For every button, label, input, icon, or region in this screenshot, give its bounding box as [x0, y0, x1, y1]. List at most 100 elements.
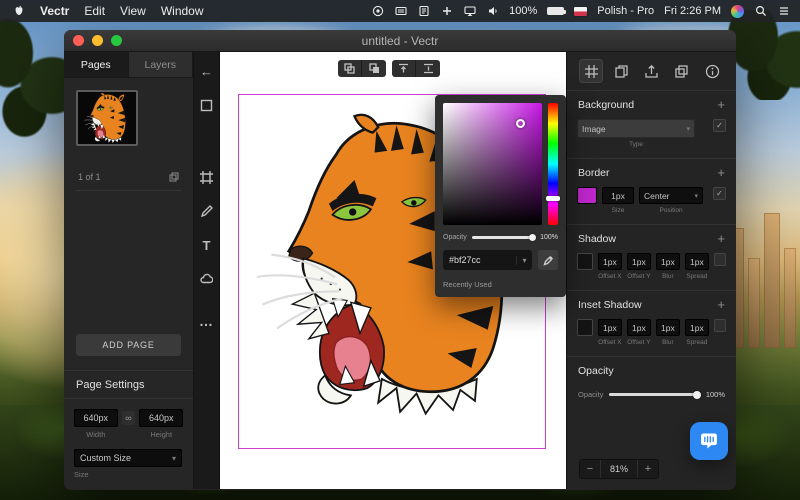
background-type-label: Type	[628, 141, 644, 148]
minimize-button[interactable]	[92, 35, 103, 46]
menu-edit[interactable]: Edit	[84, 4, 105, 18]
export-icon[interactable]	[640, 59, 664, 83]
opacity-slider[interactable]	[609, 390, 701, 399]
boolean-subtract-button[interactable]	[362, 60, 386, 77]
more-tools-button[interactable]: …	[196, 310, 218, 332]
artboard-settings-icon[interactable]	[579, 59, 603, 83]
battery-icon[interactable]	[547, 7, 567, 15]
window-title: untitled - Vectr	[361, 33, 439, 48]
add-background-button[interactable]: +	[717, 98, 725, 111]
chevron-down-icon[interactable]: ▾	[516, 255, 532, 265]
border-enabled-checkbox[interactable]: ✓	[713, 187, 726, 200]
picker-opacity-slider[interactable]	[471, 234, 537, 241]
artboard-tool[interactable]	[196, 166, 218, 188]
inset-shadow-offset-y-input[interactable]: 1px	[626, 319, 651, 336]
zoom-button[interactable]	[111, 35, 122, 46]
height-input[interactable]: 640px	[139, 409, 184, 427]
close-button[interactable]	[73, 35, 84, 46]
border-position-dropdown[interactable]: Center ▾	[639, 187, 703, 204]
city-buildings	[728, 198, 800, 348]
page-thumbnail[interactable]	[76, 90, 138, 146]
border-position-label: Position	[659, 207, 683, 214]
page-count-label: 1 of 1	[78, 172, 101, 182]
height-label: Height	[150, 430, 173, 439]
inset-shadow-offset-x-input[interactable]: 1px	[597, 319, 622, 336]
menu-clock[interactable]: Fri 2:26 PM	[664, 5, 721, 17]
inset-shadow-color-swatch[interactable]	[577, 319, 593, 336]
shadow-offset-y-label: Offset Y	[627, 273, 651, 280]
tab-pages[interactable]: Pages	[64, 52, 129, 77]
rectangle-tool[interactable]	[196, 94, 218, 116]
input-language-label[interactable]: Polish - Pro	[597, 5, 654, 17]
apple-menu-icon[interactable]	[12, 5, 25, 18]
border-color-swatch[interactable]	[577, 187, 597, 204]
background-type-dropdown[interactable]: Image ▾	[577, 119, 695, 138]
zoom-level[interactable]: 81%	[600, 460, 638, 478]
eyedropper-button[interactable]	[538, 250, 558, 270]
border-size-input[interactable]: 1px	[602, 187, 634, 204]
shadow-enabled-checkbox[interactable]	[713, 253, 726, 266]
add-inset-shadow-button[interactable]: +	[717, 298, 725, 311]
siri-icon[interactable]	[731, 4, 744, 18]
volume-icon[interactable]	[486, 5, 499, 18]
add-page-button[interactable]: ADD PAGE	[76, 334, 181, 356]
duplicate-page-icon[interactable]	[169, 172, 179, 182]
text-tool[interactable]: T	[196, 234, 218, 256]
keyboard-icon[interactable]	[394, 5, 407, 18]
link-dimensions-toggle[interactable]: ∞	[121, 411, 136, 425]
menu-window[interactable]: Window	[161, 4, 204, 18]
back-arrow-button[interactable]: ←	[196, 60, 218, 82]
saturation-value-field[interactable]	[443, 103, 542, 225]
menu-bar: Vectr Edit View Window 100% Polish - Pro…	[0, 0, 800, 22]
shadow-spread-input[interactable]: 1px	[684, 253, 709, 270]
spotlight-icon[interactable]	[754, 5, 767, 18]
zoom-out-button[interactable]: −	[580, 460, 600, 478]
hex-color-input[interactable]: #bf27cc ▾	[443, 250, 532, 270]
picker-opacity-knob[interactable]	[529, 234, 537, 241]
zoom-in-button[interactable]: +	[638, 460, 658, 478]
info-icon[interactable]	[700, 59, 724, 83]
airplay-display-icon[interactable]	[463, 5, 476, 18]
recently-used-label: Recently Used	[443, 280, 492, 289]
background-enabled-checkbox[interactable]: ✓	[713, 119, 726, 132]
align-top-button[interactable]	[392, 60, 416, 77]
canvas-area[interactable]: Opacity 100% #bf27cc ▾ Recently Used	[220, 52, 566, 489]
shadow-offset-x-input[interactable]: 1px	[597, 253, 622, 270]
distribute-button[interactable]	[416, 60, 440, 77]
shadow-blur-label: Blur	[662, 273, 674, 280]
tab-layers[interactable]: Layers	[129, 52, 193, 77]
opacity-slider-knob[interactable]	[692, 390, 701, 399]
notification-center-icon[interactable]	[777, 5, 790, 18]
shadow-color-swatch[interactable]	[577, 253, 593, 270]
notes-icon[interactable]	[417, 5, 430, 18]
menu-app-name[interactable]: Vectr	[40, 4, 69, 18]
hue-slider[interactable]	[546, 103, 560, 225]
shadow-blur-input[interactable]: 1px	[655, 253, 680, 270]
add-shadow-button[interactable]: +	[717, 232, 725, 245]
shape-tool[interactable]	[196, 268, 218, 290]
pencil-tool[interactable]	[196, 200, 218, 222]
inset-shadow-spread-label: Spread	[686, 339, 708, 346]
size-preset-dropdown[interactable]: Custom Size ▾	[74, 449, 182, 467]
background-title: Background	[578, 99, 635, 111]
chat-support-button[interactable]	[690, 422, 728, 460]
width-input[interactable]: 640px	[74, 409, 118, 427]
title-bar[interactable]: untitled - Vectr	[64, 30, 736, 52]
hue-slider-handle[interactable]	[546, 195, 560, 201]
status-dial-icon[interactable]	[371, 5, 384, 18]
inset-shadow-spread-input[interactable]: 1px	[684, 319, 709, 336]
chevron-down-icon: ▾	[686, 125, 690, 133]
shadow-offset-y-input[interactable]: 1px	[626, 253, 651, 270]
inset-shadow-blur-input[interactable]: 1px	[655, 319, 680, 336]
boolean-union-button[interactable]	[338, 60, 362, 77]
menu-view[interactable]: View	[120, 4, 146, 18]
inset-shadow-enabled-checkbox[interactable]	[713, 319, 726, 332]
add-border-button[interactable]: +	[717, 166, 725, 179]
pages-icon[interactable]	[609, 59, 633, 83]
duplicate-icon[interactable]	[670, 59, 694, 83]
opacity-section: Opacity Opacity 100%	[567, 356, 736, 411]
input-language-flag-icon[interactable]	[574, 6, 588, 16]
shortcut-plus-icon[interactable]	[440, 5, 453, 18]
color-selector-handle[interactable]	[516, 118, 526, 128]
zoom-control: − 81% +	[579, 459, 659, 479]
